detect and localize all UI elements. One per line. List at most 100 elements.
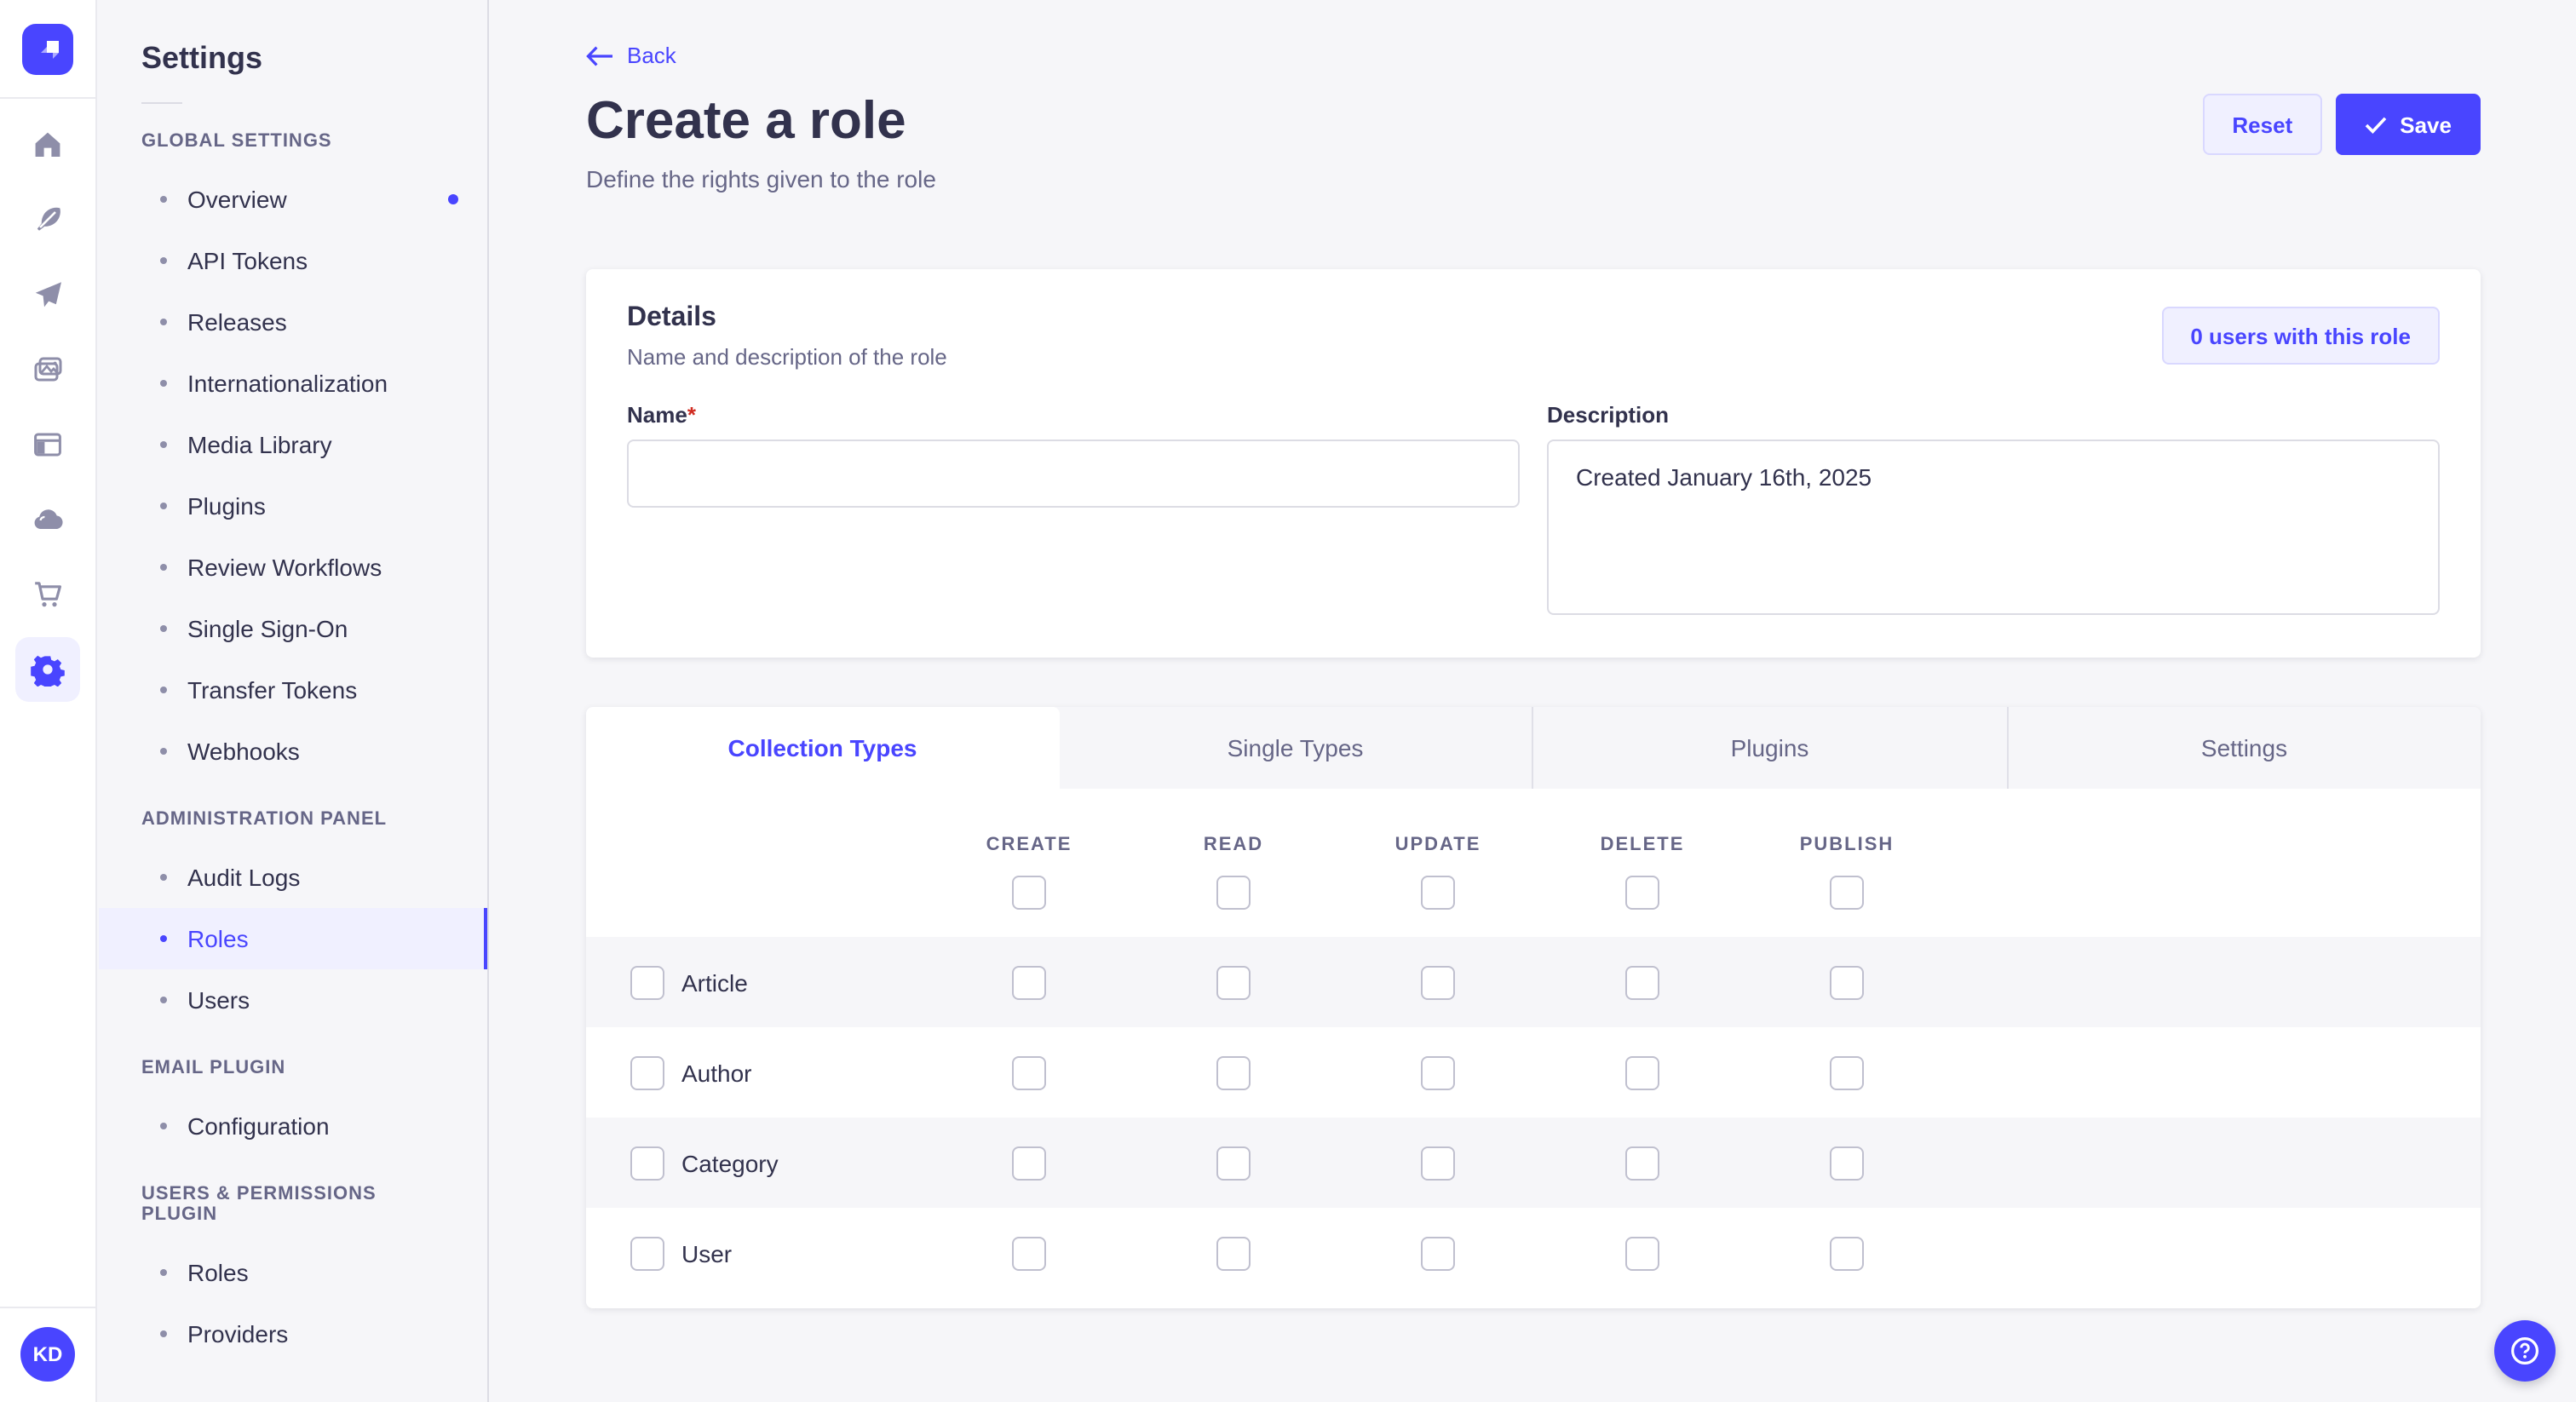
- row-select-checkbox[interactable]: [630, 965, 664, 999]
- select-all-read-checkbox[interactable]: [1216, 876, 1251, 910]
- user-delete-checkbox[interactable]: [1625, 1236, 1659, 1270]
- category-read-checkbox[interactable]: [1216, 1146, 1251, 1180]
- name-input[interactable]: [627, 440, 1520, 508]
- sidebar-item-internationalization[interactable]: Internationalization: [99, 353, 487, 414]
- sidebar-item-releases[interactable]: Releases: [99, 291, 487, 353]
- description-textarea[interactable]: Created January 16th, 2025: [1547, 440, 2440, 615]
- sidebar-item-up-providers[interactable]: Providers: [99, 1303, 487, 1365]
- category-publish-checkbox[interactable]: [1830, 1146, 1864, 1180]
- description-label: Description: [1547, 402, 2440, 428]
- content-type-name: Article: [681, 968, 748, 996]
- bullet: [160, 441, 167, 448]
- strapi-admin-app: KD Settings GLOBAL SETTINGS Overview API…: [0, 0, 2576, 1402]
- select-all-update-checkbox[interactable]: [1421, 876, 1455, 910]
- select-all-delete-checkbox[interactable]: [1625, 876, 1659, 910]
- bullet: [160, 380, 167, 387]
- article-create-checkbox[interactable]: [1012, 965, 1046, 999]
- releases-nav-button[interactable]: [15, 262, 80, 327]
- check-icon: [2364, 115, 2386, 134]
- article-delete-checkbox[interactable]: [1625, 965, 1659, 999]
- user-read-checkbox[interactable]: [1216, 1236, 1251, 1270]
- tab-single-types[interactable]: Single Types: [1059, 707, 1532, 789]
- sidebar-item-overview[interactable]: Overview: [99, 169, 487, 230]
- category-update-checkbox[interactable]: [1421, 1146, 1455, 1180]
- user-update-checkbox[interactable]: [1421, 1236, 1455, 1270]
- settings-sidebar: Settings GLOBAL SETTINGS Overview API To…: [99, 0, 489, 1402]
- select-all-create-checkbox[interactable]: [1012, 876, 1046, 910]
- author-create-checkbox[interactable]: [1012, 1055, 1046, 1089]
- collection-types-permissions: CREATE READ UPDATE DELETE PUBLISH: [586, 789, 2481, 1308]
- column-header-update: UPDATE: [1336, 835, 1540, 855]
- sidebar-item-audit-logs[interactable]: Audit Logs: [99, 847, 487, 908]
- sidebar-item-users[interactable]: Users: [99, 969, 487, 1031]
- category-delete-checkbox[interactable]: [1625, 1146, 1659, 1180]
- row-select-checkbox[interactable]: [630, 1236, 664, 1270]
- home-icon: [31, 128, 65, 162]
- user-create-checkbox[interactable]: [1012, 1236, 1046, 1270]
- sidebar-item-single-sign-on[interactable]: Single Sign-On: [99, 598, 487, 659]
- bullet: [160, 1123, 167, 1129]
- home-nav-button[interactable]: [15, 112, 80, 177]
- content-manager-nav-button[interactable]: [15, 187, 80, 252]
- marketplace-nav-button[interactable]: [15, 562, 80, 627]
- content-type-name: User: [681, 1239, 732, 1267]
- required-asterisk: *: [687, 402, 696, 428]
- sidebar-section-users-permissions-plugin: USERS & PERMISSIONS PLUGIN Roles Provide…: [99, 1184, 487, 1365]
- column-header-delete: DELETE: [1540, 835, 1745, 855]
- bullet: [160, 687, 167, 693]
- article-update-checkbox[interactable]: [1421, 965, 1455, 999]
- media-library-nav-button[interactable]: [15, 337, 80, 402]
- bullet: [160, 196, 167, 203]
- category-create-checkbox[interactable]: [1012, 1146, 1046, 1180]
- page-header: Create a role Define the rights given to…: [586, 90, 2481, 192]
- author-update-checkbox[interactable]: [1421, 1055, 1455, 1089]
- select-all-publish-checkbox[interactable]: [1830, 876, 1864, 910]
- settings-nav-button[interactable]: [15, 637, 80, 702]
- back-link[interactable]: Back: [586, 43, 676, 68]
- sidebar-item-configuration[interactable]: Configuration: [99, 1095, 487, 1157]
- sidebar-item-webhooks[interactable]: Webhooks: [99, 721, 487, 782]
- paper-plane-icon: [31, 278, 65, 312]
- bullet: [160, 1269, 167, 1276]
- bullet: [160, 748, 167, 755]
- row-select-checkbox[interactable]: [630, 1146, 664, 1180]
- save-button[interactable]: Save: [2335, 94, 2481, 155]
- bullet: [160, 1330, 167, 1337]
- tab-settings[interactable]: Settings: [2006, 707, 2481, 789]
- details-fields: Name* Description Created January 16th, …: [627, 402, 2440, 623]
- bullet: [160, 257, 167, 264]
- author-read-checkbox[interactable]: [1216, 1055, 1251, 1089]
- cart-icon: [31, 577, 65, 612]
- sidebar-item-up-roles[interactable]: Roles: [99, 1242, 487, 1303]
- sidebar-item-review-workflows[interactable]: Review Workflows: [99, 537, 487, 598]
- help-button[interactable]: [2494, 1320, 2556, 1382]
- permission-row-user: User: [586, 1208, 2481, 1298]
- header-actions: Reset Save: [2203, 94, 2481, 155]
- user-publish-checkbox[interactable]: [1830, 1236, 1864, 1270]
- nav-icons: [15, 112, 80, 702]
- deploy-nav-button[interactable]: [15, 487, 80, 552]
- strapi-logo[interactable]: [22, 24, 73, 75]
- notification-dot: [448, 194, 458, 204]
- author-publish-checkbox[interactable]: [1830, 1055, 1864, 1089]
- sidebar-item-plugins[interactable]: Plugins: [99, 475, 487, 537]
- author-delete-checkbox[interactable]: [1625, 1055, 1659, 1089]
- users-with-role-button[interactable]: 0 users with this role: [2161, 307, 2440, 365]
- article-read-checkbox[interactable]: [1216, 965, 1251, 999]
- article-publish-checkbox[interactable]: [1830, 965, 1864, 999]
- tab-plugins[interactable]: Plugins: [1532, 707, 2006, 789]
- content-type-builder-nav-button[interactable]: [15, 412, 80, 477]
- sidebar-item-media-library[interactable]: Media Library: [99, 414, 487, 475]
- tab-collection-types[interactable]: Collection Types: [586, 707, 1059, 789]
- row-select-checkbox[interactable]: [630, 1055, 664, 1089]
- strapi-logo-mark: [29, 31, 66, 68]
- bullet: [160, 935, 167, 942]
- iconbar-bottom: KD: [0, 1307, 96, 1402]
- column-header-create: CREATE: [927, 835, 1131, 855]
- sidebar-item-api-tokens[interactable]: API Tokens: [99, 230, 487, 291]
- section-label: USERS & PERMISSIONS PLUGIN: [141, 1184, 446, 1225]
- user-avatar[interactable]: KD: [20, 1327, 75, 1382]
- sidebar-item-roles[interactable]: Roles: [99, 908, 487, 969]
- reset-button[interactable]: Reset: [2203, 94, 2321, 155]
- sidebar-item-transfer-tokens[interactable]: Transfer Tokens: [99, 659, 487, 721]
